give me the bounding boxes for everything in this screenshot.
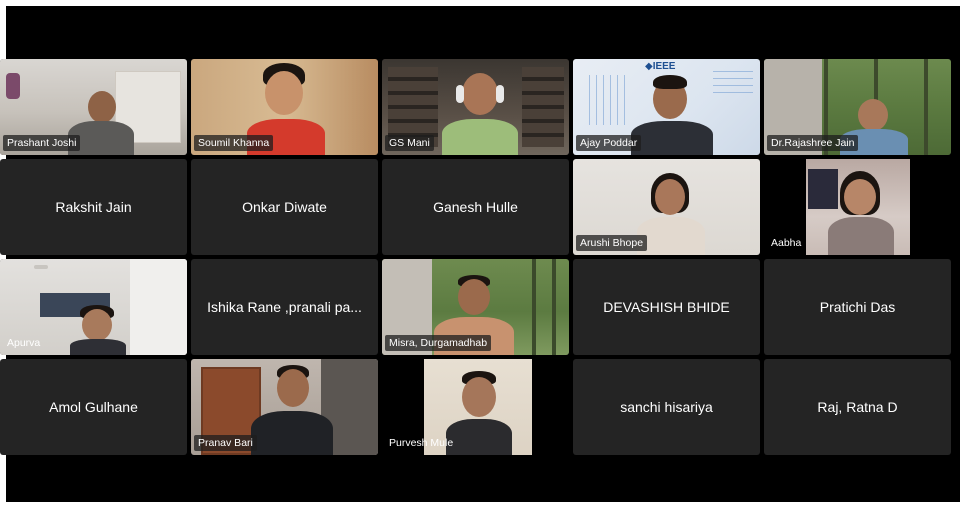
participant-name-label: Aabha: [771, 237, 802, 249]
participant-name-label: Purvesh Mule: [389, 437, 454, 449]
participant-tile-purvesh-mule[interactable]: Purvesh Mule: [382, 359, 569, 455]
participant-tile-rakshit-jain[interactable]: Rakshit Jain: [0, 159, 187, 255]
participant-name: Ishika Rane ,pranali pa...: [207, 299, 362, 315]
participant-name-label: Prashant Joshi: [3, 135, 81, 151]
participant-tile-ganesh-hulle[interactable]: Ganesh Hulle: [382, 159, 569, 255]
participant-tile-gs-mani[interactable]: GS Mani: [382, 59, 569, 155]
participant-tile-pratichi-das[interactable]: Pratichi Das: [764, 259, 951, 355]
participant-name: DEVASHISH BHIDE: [603, 299, 730, 315]
participant-tile-arushi-bhope[interactable]: Arushi Bhope: [573, 159, 760, 255]
participant-name-label: Soumil Khanna: [194, 135, 274, 151]
participant-name: Rakshit Jain: [55, 199, 132, 215]
participant-name-label: GS Mani: [385, 135, 434, 151]
participant-tile-pranav-bari[interactable]: Pranav Bari: [191, 359, 378, 455]
participant-name-label: Arushi Bhope: [576, 235, 648, 251]
participant-name: Pratichi Das: [819, 299, 896, 315]
participant-tile-dr-rajashree-jain[interactable]: Dr.Rajashree Jain: [764, 59, 951, 155]
participant-name: Ganesh Hulle: [433, 199, 518, 215]
participant-name-label: Pranav Bari: [194, 435, 257, 451]
participant-name-label: Apurva: [7, 337, 41, 349]
participant-tile-misra-durgamadhab[interactable]: Misra, Durgamadhab: [382, 259, 569, 355]
participant-name-label: Dr.Rajashree Jain: [767, 135, 859, 151]
participant-tile-devashish-bhide[interactable]: DEVASHISH BHIDE: [573, 259, 760, 355]
participant-grid: Prashant Joshi Soumil Khanna GS Mani ◆IE…: [0, 59, 960, 459]
participant-tile-prashant-joshi[interactable]: Prashant Joshi: [0, 59, 187, 155]
participant-tile-amol-gulhane[interactable]: Amol Gulhane: [0, 359, 187, 455]
participant-tile-ajay-poddar[interactable]: ◆IEEE Ajay Poddar: [573, 59, 760, 155]
ieee-logo: ◆IEEE: [645, 61, 676, 72]
participant-tile-apurva[interactable]: Apurva: [0, 259, 187, 355]
participant-name: sanchi hisariya: [620, 399, 713, 415]
participant-tile-raj-ratna-d[interactable]: Raj, Ratna D: [764, 359, 951, 455]
participant-name: Amol Gulhane: [49, 399, 138, 415]
participant-tile-soumil-khanna[interactable]: Soumil Khanna: [191, 59, 378, 155]
participant-name: Onkar Diwate: [242, 199, 327, 215]
video-feed: [806, 159, 910, 255]
participant-tile-ishika-rane[interactable]: Ishika Rane ,pranali pa...: [191, 259, 378, 355]
participant-tile-sanchi-hisariya[interactable]: sanchi hisariya: [573, 359, 760, 455]
participant-tile-onkar-diwate[interactable]: Onkar Diwate: [191, 159, 378, 255]
participant-name-label: Misra, Durgamadhab: [385, 335, 492, 351]
participant-name: Raj, Ratna D: [817, 399, 898, 415]
participant-name-label: Ajay Poddar: [576, 135, 642, 151]
participant-tile-aabha[interactable]: Aabha: [764, 159, 951, 255]
